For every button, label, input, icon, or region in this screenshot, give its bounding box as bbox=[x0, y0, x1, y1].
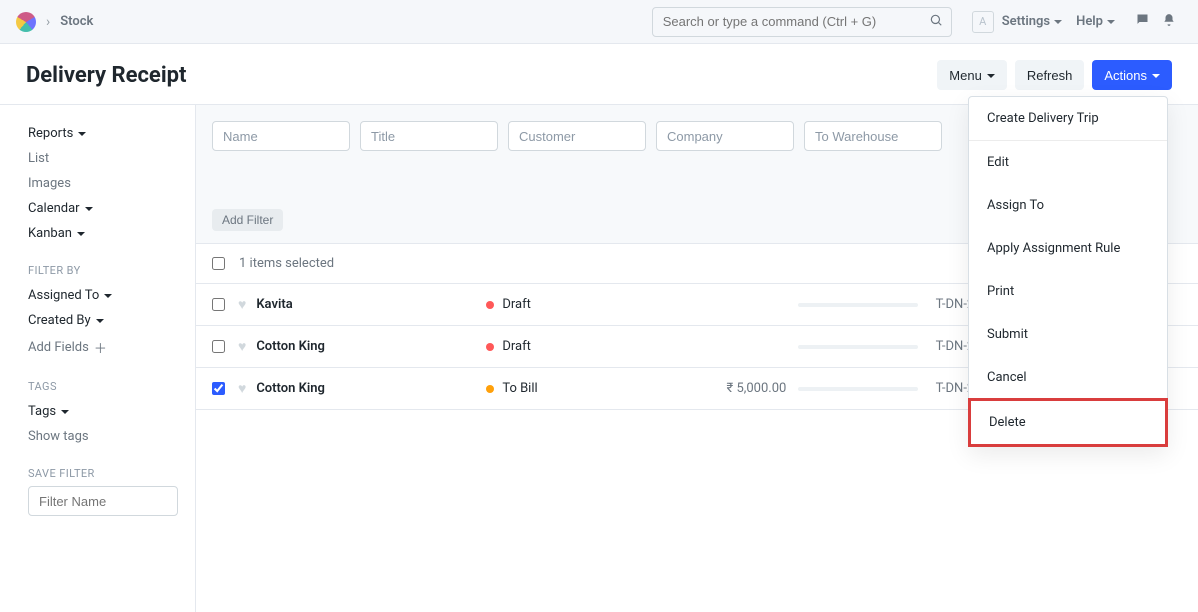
help-link[interactable]: Help bbox=[1076, 14, 1115, 29]
search-icon bbox=[921, 13, 951, 31]
select-all-checkbox[interactable] bbox=[212, 257, 225, 270]
filter-name-input[interactable] bbox=[28, 486, 178, 516]
actions-menu-assign-to[interactable]: Assign To bbox=[969, 184, 1167, 227]
menu-button-label: Menu bbox=[949, 68, 982, 83]
sidebar-show-tags[interactable]: Show tags bbox=[28, 424, 175, 449]
sidebar-created-by[interactable]: Created By bbox=[28, 308, 175, 333]
actions-menu-submit[interactable]: Submit bbox=[969, 313, 1167, 356]
row-progress-bar bbox=[798, 303, 918, 307]
sidebar-images[interactable]: Images bbox=[28, 171, 175, 196]
actions-menu-cancel[interactable]: Cancel bbox=[969, 356, 1167, 399]
caret-down-icon bbox=[987, 68, 995, 83]
bell-icon[interactable] bbox=[1162, 13, 1176, 31]
caret-down-icon bbox=[77, 226, 85, 241]
tags-heading: TAGS bbox=[28, 380, 175, 393]
sidebar-item-label: Add Fields bbox=[28, 340, 89, 355]
page-actions: Menu Refresh Actions bbox=[937, 60, 1172, 90]
add-filter-button[interactable]: Add Filter bbox=[212, 209, 283, 231]
search-input[interactable] bbox=[653, 14, 921, 29]
row-name: Cotton King bbox=[256, 339, 486, 354]
sidebar-item-label: Assigned To bbox=[28, 288, 99, 303]
filter-to-warehouse[interactable] bbox=[804, 121, 942, 151]
caret-down-icon bbox=[85, 201, 93, 216]
actions-menu-apply-assignment-rule[interactable]: Apply Assignment Rule bbox=[969, 227, 1167, 270]
sidebar-item-label: Created By bbox=[28, 313, 91, 328]
chat-icon[interactable] bbox=[1135, 12, 1150, 31]
help-label: Help bbox=[1076, 14, 1103, 29]
actions-menu-edit[interactable]: Edit bbox=[969, 141, 1167, 184]
sidebar-item-label: Kanban bbox=[28, 226, 72, 241]
actions-dropdown: Create Delivery TripEditAssign ToApply A… bbox=[968, 96, 1168, 447]
actions-menu-print[interactable]: Print bbox=[969, 270, 1167, 313]
page-header: Delivery Receipt Menu Refresh Actions bbox=[0, 44, 1198, 104]
row-progress-bar bbox=[798, 387, 918, 391]
row-name: Kavita bbox=[256, 297, 486, 312]
sidebar-add-fields[interactable]: Add Fields ＋ bbox=[28, 333, 175, 362]
status-dot-icon bbox=[486, 301, 494, 309]
caret-down-icon bbox=[104, 288, 112, 303]
save-filter-heading: SAVE FILTER bbox=[28, 467, 175, 480]
row-checkbox[interactable] bbox=[212, 340, 225, 353]
filter-title[interactable] bbox=[360, 121, 498, 151]
caret-down-icon bbox=[1107, 14, 1115, 29]
actions-button-label: Actions bbox=[1104, 68, 1147, 83]
row-status: Draft bbox=[486, 339, 686, 354]
status-dot-icon bbox=[486, 385, 494, 393]
menu-button[interactable]: Menu bbox=[937, 60, 1007, 90]
caret-down-icon bbox=[1152, 68, 1160, 83]
app-logo[interactable] bbox=[16, 12, 36, 32]
row-status: Draft bbox=[486, 297, 686, 312]
sidebar-assigned-to[interactable]: Assigned To bbox=[28, 283, 175, 308]
row-checkbox[interactable] bbox=[212, 298, 225, 311]
actions-menu-delete[interactable]: Delete bbox=[968, 398, 1168, 447]
row-status: To Bill bbox=[486, 381, 686, 396]
filter-by-heading: FILTER BY bbox=[28, 264, 175, 277]
sidebar-kanban[interactable]: Kanban bbox=[28, 221, 175, 246]
status-dot-icon bbox=[486, 343, 494, 351]
sidebar-calendar[interactable]: Calendar bbox=[28, 196, 175, 221]
page-title: Delivery Receipt bbox=[26, 63, 186, 88]
breadcrumb-stock[interactable]: Stock bbox=[60, 14, 93, 29]
sidebar-list[interactable]: List bbox=[28, 146, 175, 171]
settings-label: Settings bbox=[1002, 14, 1050, 29]
sidebar-tags[interactable]: Tags bbox=[28, 399, 175, 424]
refresh-button[interactable]: Refresh bbox=[1015, 60, 1085, 90]
sidebar: Reports List Images Calendar Kanban FILT… bbox=[0, 105, 196, 612]
filter-name[interactable] bbox=[212, 121, 350, 151]
caret-down-icon bbox=[78, 126, 86, 141]
sidebar-reports[interactable]: Reports bbox=[28, 121, 175, 146]
sidebar-item-label: Tags bbox=[28, 404, 56, 419]
selected-count: 1 items selected bbox=[239, 256, 334, 271]
caret-down-icon bbox=[96, 313, 104, 328]
heart-icon[interactable]: ♥ bbox=[238, 296, 246, 313]
heart-icon[interactable]: ♥ bbox=[238, 380, 246, 397]
row-name: Cotton King bbox=[256, 381, 486, 396]
row-amount: ₹ 5,000.00 bbox=[686, 381, 786, 396]
row-checkbox[interactable] bbox=[212, 382, 225, 395]
actions-menu-create-delivery-trip[interactable]: Create Delivery Trip bbox=[969, 97, 1167, 140]
caret-down-icon bbox=[61, 404, 69, 419]
user-avatar[interactable]: A bbox=[972, 11, 994, 33]
filter-customer[interactable] bbox=[508, 121, 646, 151]
actions-button[interactable]: Actions bbox=[1092, 60, 1172, 90]
global-search[interactable] bbox=[652, 7, 952, 37]
settings-link[interactable]: Settings bbox=[1002, 14, 1062, 29]
sidebar-item-label: Calendar bbox=[28, 201, 80, 216]
top-navbar: › Stock A Settings Help bbox=[0, 0, 1198, 44]
chevron-right-icon: › bbox=[46, 14, 50, 30]
filter-company[interactable] bbox=[656, 121, 794, 151]
sidebar-item-label: Reports bbox=[28, 126, 73, 141]
plus-icon: ＋ bbox=[94, 338, 107, 357]
caret-down-icon bbox=[1054, 14, 1062, 29]
heart-icon[interactable]: ♥ bbox=[238, 338, 246, 355]
row-progress-bar bbox=[798, 345, 918, 349]
